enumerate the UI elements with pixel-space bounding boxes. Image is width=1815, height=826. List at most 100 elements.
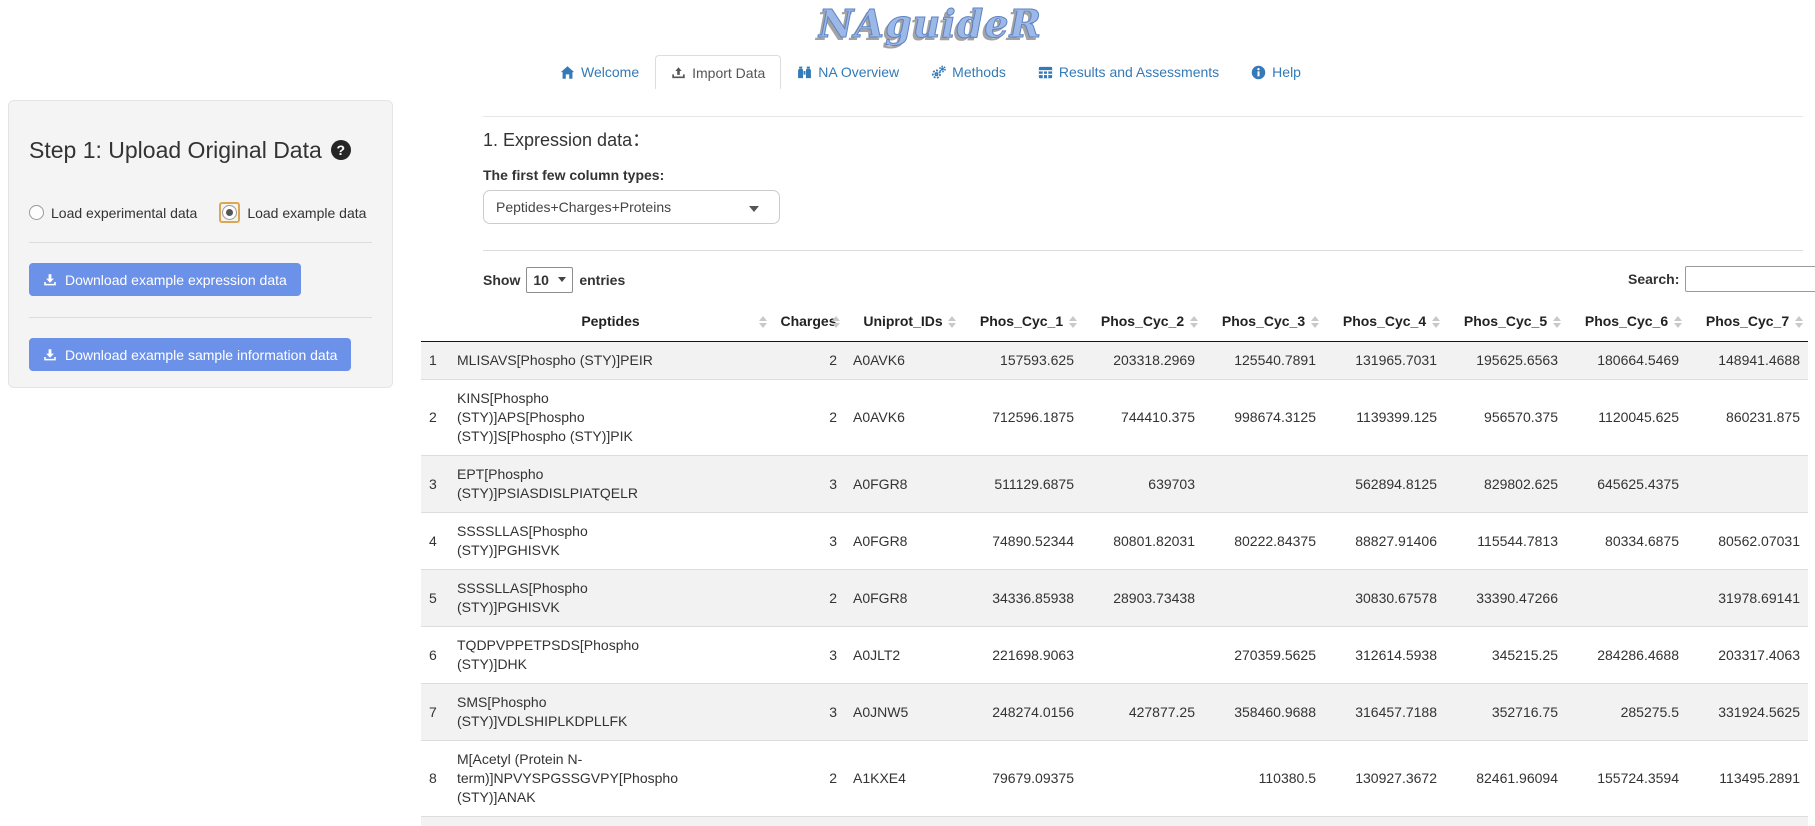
tab-welcome[interactable]: Welcome bbox=[544, 55, 655, 89]
column-header-phos-cyc-2[interactable]: Phos_Cyc_2 bbox=[1082, 303, 1203, 342]
cell-intensity: 221698.9063 bbox=[961, 627, 1082, 684]
tab-methods[interactable]: Methods bbox=[915, 55, 1022, 89]
cell-charge: 3 bbox=[772, 513, 845, 570]
search-label: Search: bbox=[1628, 271, 1679, 287]
home-icon bbox=[560, 65, 575, 80]
cell-uniprot-id: A0AVK6 bbox=[845, 380, 961, 456]
column-types-label: The first few column types: bbox=[483, 167, 1815, 183]
table-row[interactable]: 2KINS[Phospho (STY)]APS[Phospho (STY)]S[… bbox=[421, 380, 1808, 456]
column-header-phos-cyc-3[interactable]: Phos_Cyc_3 bbox=[1203, 303, 1324, 342]
cell-charge: 2 bbox=[772, 741, 845, 817]
cell-intensity: 131965.7031 bbox=[1324, 342, 1445, 380]
data-source-radios: Load experimental data Load example data bbox=[29, 202, 372, 223]
column-header-label: Phos_Cyc_7 bbox=[1706, 313, 1789, 329]
column-header-label: Phos_Cyc_5 bbox=[1464, 313, 1547, 329]
page-length-value: 10 bbox=[533, 272, 549, 288]
cell-intensity: 80801.82031 bbox=[1082, 513, 1203, 570]
question-circle-icon[interactable]: ? bbox=[331, 140, 351, 160]
radio-load-example-data[interactable]: Load example data bbox=[219, 202, 366, 223]
column-header-phos-cyc-6[interactable]: Phos_Cyc_6 bbox=[1566, 303, 1687, 342]
chevron-down-icon bbox=[558, 277, 566, 282]
cell-intensity: 203318.2969 bbox=[1082, 342, 1203, 380]
cell-intensity: 148941.4688 bbox=[1687, 342, 1808, 380]
search-input[interactable] bbox=[1685, 266, 1815, 292]
cell-intensity bbox=[1082, 741, 1203, 817]
cell-intensity: 352716.75 bbox=[1445, 684, 1566, 741]
cell-intensity: 180664.5469 bbox=[1566, 342, 1687, 380]
tab-results-and-assessments[interactable]: Results and Assessments bbox=[1022, 55, 1235, 89]
logo-row: NAguideR bbox=[46, 2, 1815, 46]
cell-intensity: 956570.375 bbox=[1445, 380, 1566, 456]
section-title: 1. Expression data： bbox=[483, 130, 1815, 150]
datatable-controls: Show 10 entries Search: bbox=[483, 264, 1803, 295]
column-header-phos-cyc-7[interactable]: Phos_Cyc_7 bbox=[1687, 303, 1808, 342]
table-row[interactable]: 6TQDPVPPETPSDS[Phospho (STY)]DHK3A0JLT22… bbox=[421, 627, 1808, 684]
column-header-label: Phos_Cyc_4 bbox=[1343, 313, 1426, 329]
cell-charge: 3 bbox=[772, 627, 845, 684]
tab-na-overview[interactable]: NA Overview bbox=[781, 55, 915, 89]
sort-icon bbox=[1674, 316, 1682, 328]
cell-intensity: 316457.7188 bbox=[1324, 684, 1445, 741]
cell-intensity: 248274.0156 bbox=[961, 684, 1082, 741]
table-row[interactable]: 1MLISAVS[Phospho (STY)]PEIR2A0AVK6157593… bbox=[421, 342, 1808, 380]
download-sample-info-label: Download example sample information data bbox=[65, 347, 337, 363]
column-header-phos-cyc-1[interactable]: Phos_Cyc_1 bbox=[961, 303, 1082, 342]
table-row[interactable]: 7SMS[Phospho (STY)]VDLSHIPLKDPLLFK3A0JNW… bbox=[421, 684, 1808, 741]
cell-peptide: SSSSLLAS[Phospho (STY)]PGHISVK bbox=[449, 513, 772, 570]
column-header-index bbox=[421, 303, 449, 342]
column-header-label: Phos_Cyc_3 bbox=[1222, 313, 1305, 329]
column-header-phos-cyc-4[interactable]: Phos_Cyc_4 bbox=[1324, 303, 1445, 342]
table-row[interactable]: 3EPT[Phospho (STY)]PSIASDISLPIATQELR3A0F… bbox=[421, 456, 1808, 513]
cell-intensity: 270359.5625 bbox=[1203, 627, 1324, 684]
table-row[interactable]: 4SSSSLLAS[Phospho (STY)]PGHISVK3A0FGR874… bbox=[421, 513, 1808, 570]
cell-uniprot-id: A0FGR8 bbox=[845, 513, 961, 570]
tab-import-data[interactable]: Import Data bbox=[655, 55, 781, 89]
tab-help[interactable]: Help bbox=[1235, 55, 1317, 89]
radio-load-experimental-data[interactable]: Load experimental data bbox=[29, 205, 197, 221]
cell-charge: 3 bbox=[772, 684, 845, 741]
cell-intensity: 195625.6563 bbox=[1445, 342, 1566, 380]
divider bbox=[29, 317, 372, 318]
cell-intensity: 998674.3125 bbox=[1203, 380, 1324, 456]
cell-intensity bbox=[1203, 456, 1324, 513]
sort-icon bbox=[1190, 316, 1198, 328]
radio-label: Load experimental data bbox=[51, 205, 197, 221]
tab-label: Import Data bbox=[692, 65, 765, 81]
column-header-peptides[interactable]: Peptides bbox=[449, 303, 772, 342]
cell-intensity: 80562.07031 bbox=[1687, 513, 1808, 570]
cell-uniprot-id: A0FGR8 bbox=[845, 456, 961, 513]
divider bbox=[29, 242, 372, 243]
page-length-select[interactable]: 10 bbox=[526, 267, 573, 293]
cell-intensity: 1120045.625 bbox=[1566, 380, 1687, 456]
sort-icon bbox=[1311, 316, 1319, 328]
cell-row-index: 1 bbox=[421, 342, 449, 380]
cell-intensity: 82461.96094 bbox=[1445, 741, 1566, 817]
cell-intensity: 113495.2891 bbox=[1687, 741, 1808, 817]
download-expression-button[interactable]: Download example expression data bbox=[29, 263, 301, 296]
radio-focus-ring bbox=[219, 202, 240, 223]
radio-circle-icon bbox=[222, 205, 237, 220]
column-header-uniprot-ids[interactable]: Uniprot_IDs bbox=[845, 303, 961, 342]
table-row[interactable]: 5SSSSLLAS[Phospho (STY)]PGHISVK2A0FGR834… bbox=[421, 570, 1808, 627]
cell-charge: 2 bbox=[772, 570, 845, 627]
cell-uniprot-id: A0AVK6 bbox=[845, 342, 961, 380]
sort-icon bbox=[832, 316, 840, 328]
cell-intensity: 562894.8125 bbox=[1324, 456, 1445, 513]
download-sample-info-button[interactable]: Download example sample information data bbox=[29, 338, 351, 371]
column-header-label: Charges bbox=[780, 313, 836, 329]
cell-intensity: 79679.09375 bbox=[961, 741, 1082, 817]
column-header-charges[interactable]: Charges bbox=[772, 303, 845, 342]
cell-intensity: 33390.47266 bbox=[1445, 570, 1566, 627]
column-header-phos-cyc-5[interactable]: Phos_Cyc_5 bbox=[1445, 303, 1566, 342]
column-types-select[interactable]: Peptides+Charges+Proteins bbox=[483, 190, 780, 224]
app-logo: NAguideR bbox=[819, 2, 1042, 46]
chevron-down-icon bbox=[749, 206, 759, 212]
gears-icon bbox=[931, 65, 946, 80]
cell-intensity: 860231.875 bbox=[1687, 380, 1808, 456]
sort-icon bbox=[1432, 316, 1440, 328]
radio-circle-icon bbox=[29, 205, 44, 220]
tab-label: NA Overview bbox=[818, 64, 899, 80]
cell-peptide: SSSSLLAS[Phospho (STY)]PGHISVK bbox=[449, 570, 772, 627]
table-row-partial bbox=[421, 817, 1808, 826]
table-row[interactable]: 8M[Acetyl (Protein N-term)]NPVYSPGSSGVPY… bbox=[421, 741, 1808, 817]
